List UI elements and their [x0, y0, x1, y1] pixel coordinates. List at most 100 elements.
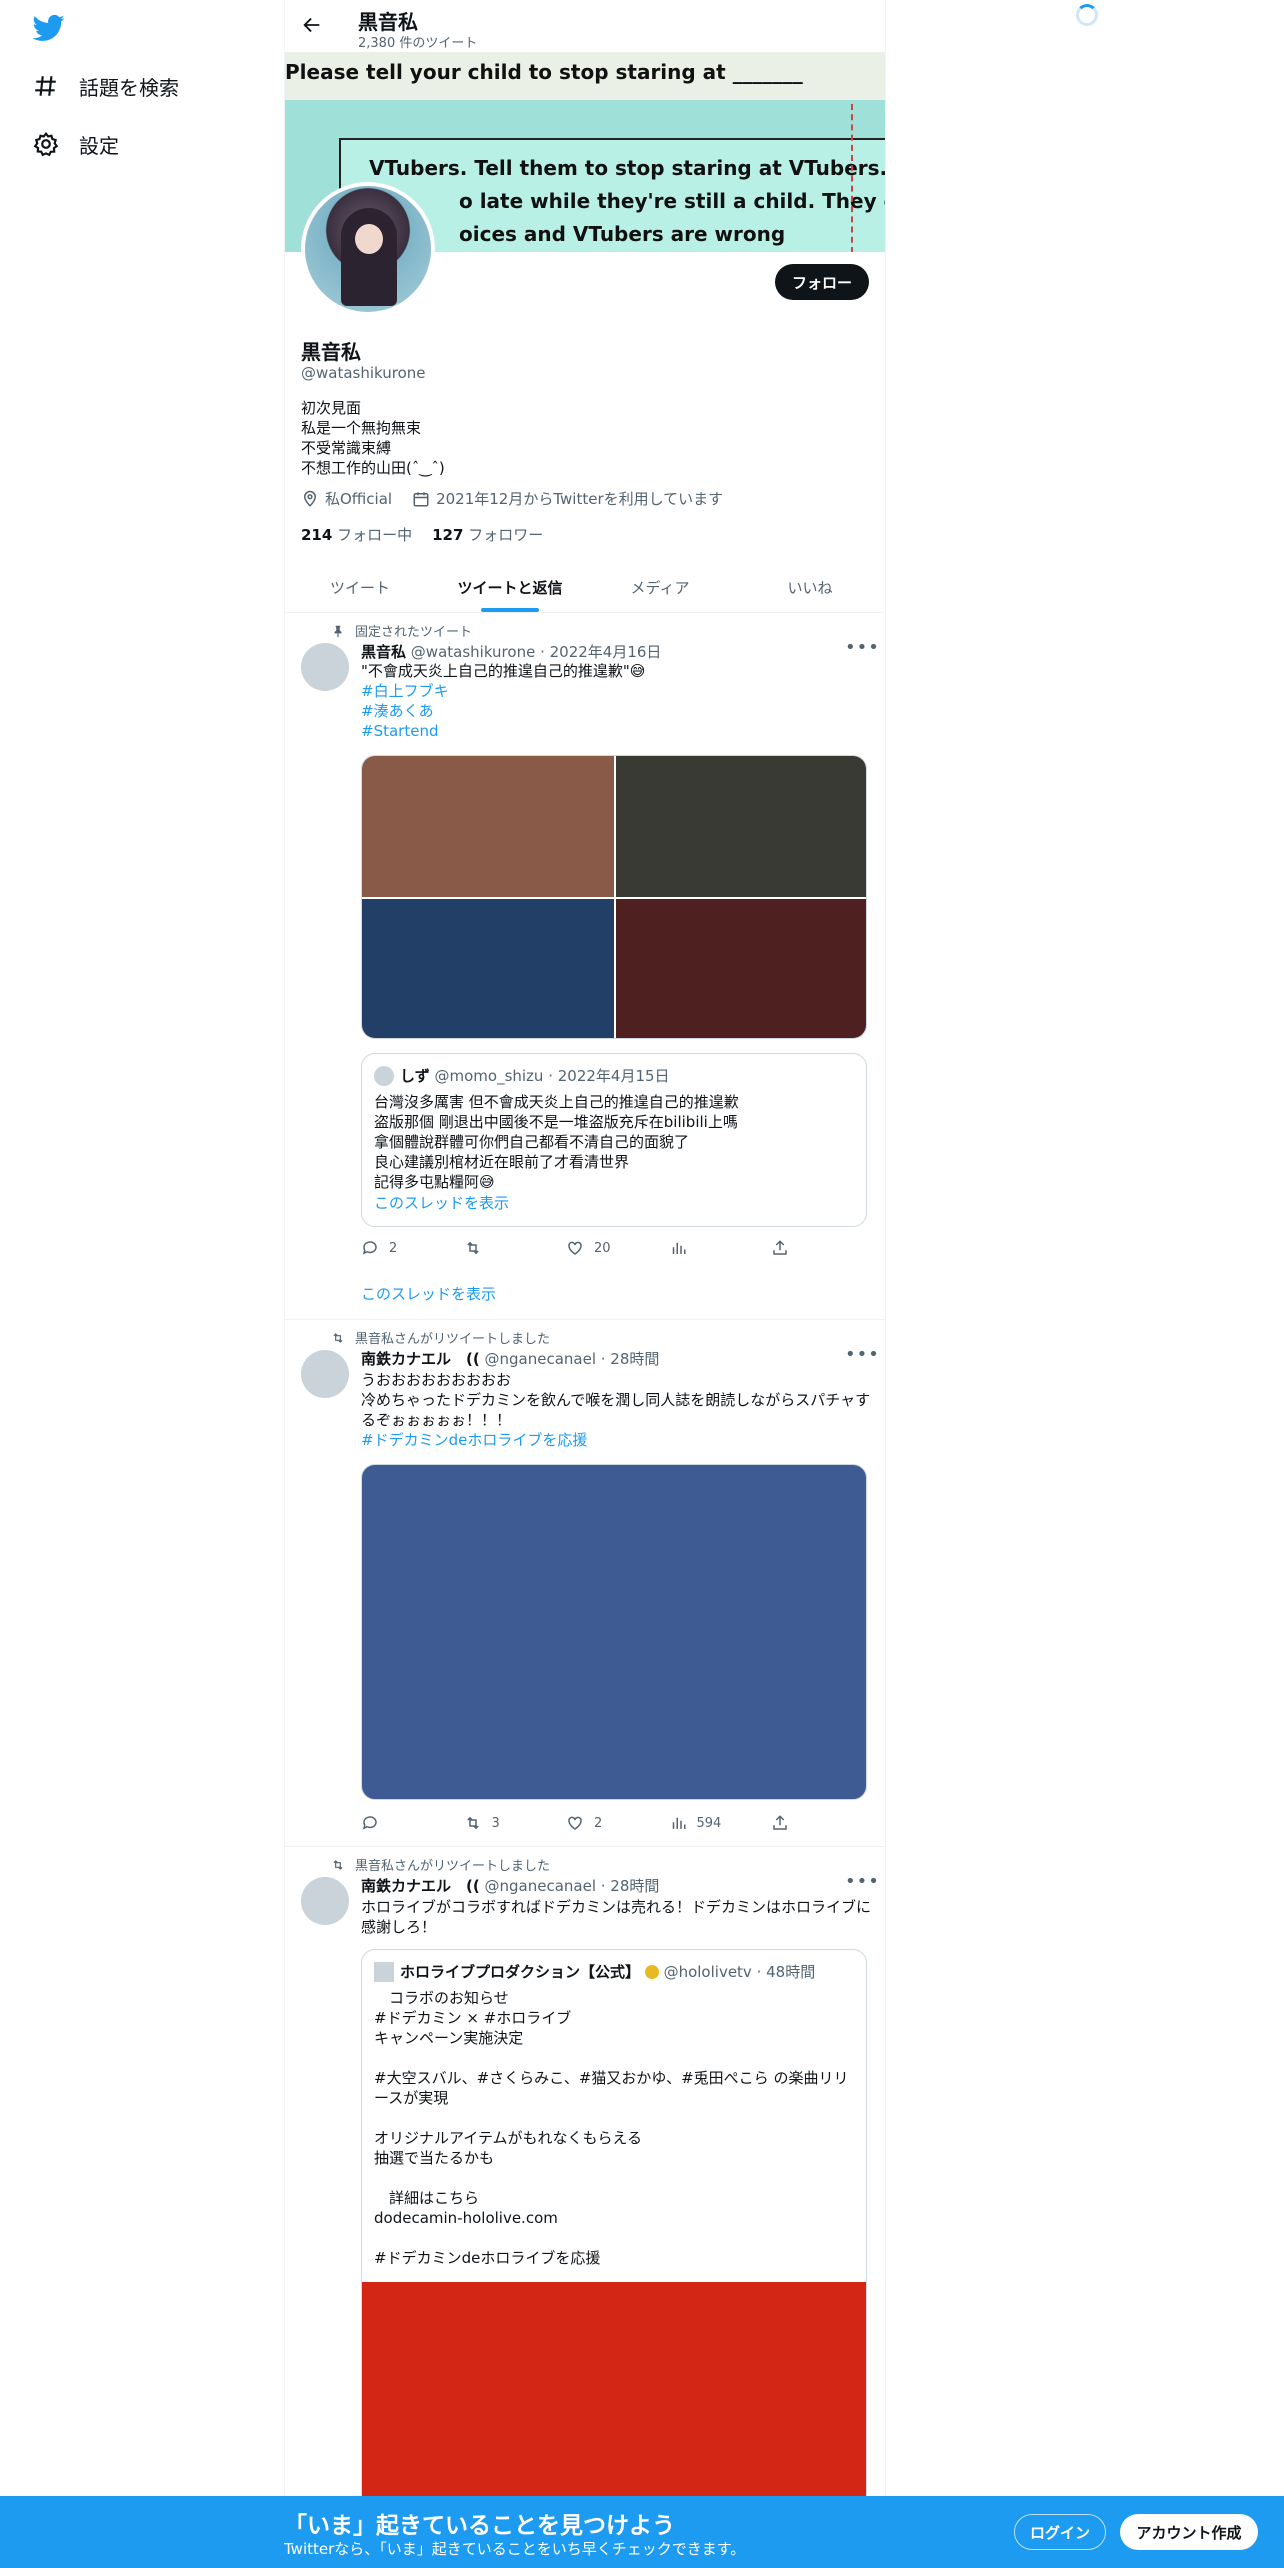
- retweet-text: 黒音私さんがリツイートしました: [355, 1332, 551, 1347]
- retweet-icon: [333, 1332, 343, 1343]
- profile-location: 私Official: [325, 490, 393, 508]
- hashtag-link[interactable]: #ドデカミンdeホロライブを応援: [361, 1430, 871, 1450]
- like-count: 2: [594, 1815, 603, 1831]
- signup-button[interactable]: アカウント作成: [1120, 2514, 1258, 2550]
- profile-meta: 私Official 2021年12月からTwitterを利用しています: [301, 488, 723, 509]
- quote-media-image[interactable]: [362, 2282, 866, 2508]
- following-count: 214: [301, 526, 333, 544]
- profile-column: 黒音私 2,380 件のツイート Please tell your child …: [284, 0, 886, 2509]
- tweet-author-name[interactable]: 黒音私: [361, 643, 406, 661]
- profile-avatar[interactable]: [301, 182, 435, 316]
- tab-media[interactable]: メディア: [585, 562, 735, 612]
- quote-text: 台灣沒多厲害 但不會成天炎上自己的推遑自己的推遑歉 盗版那個 剛退出中國後不是一…: [374, 1093, 739, 1191]
- pinned-label: 固定されたツイート: [331, 621, 472, 640]
- analytics-icon: [672, 1242, 685, 1254]
- banner-divider: [851, 104, 861, 252]
- quote-handle-date: @hololivetv · 48時間: [663, 1963, 816, 1981]
- signup-banner-title: 「いま」起きていることを見つけよう: [284, 2513, 675, 2539]
- tweet-header: 南鉄カナエル (( @nganecanael · 28時間: [361, 1875, 659, 1896]
- more-options-icon[interactable]: •••: [845, 637, 880, 658]
- retweet-label: 黒音私さんがリツイートしました: [331, 1855, 550, 1874]
- avatar[interactable]: [301, 1877, 349, 1925]
- heart-icon: [568, 1816, 582, 1830]
- tweet-author-name[interactable]: 南鉄カナエル ((: [361, 1350, 480, 1368]
- avatar[interactable]: [301, 1350, 349, 1398]
- media-image[interactable]: [616, 756, 866, 897]
- banner-text-line2: VTubers. Tell them to stop staring at VT…: [369, 156, 885, 180]
- sidebar-item-explore[interactable]: 話題を検索: [33, 66, 179, 106]
- back-arrow-icon[interactable]: [301, 14, 323, 36]
- profile-joined: 2021年12月からTwitterを利用しています: [436, 490, 724, 508]
- profile-bio: 初次見面 私是一个無拘無束 不受常識束縛 不想工作的山田(ˆ‿ˆ): [301, 399, 445, 477]
- retweet-text: 黒音私さんがリツイートしました: [355, 1859, 551, 1874]
- media-image[interactable]: [616, 899, 866, 1038]
- share-icon: [773, 1240, 787, 1255]
- analytics-button[interactable]: 594: [669, 1814, 749, 1832]
- like-count: 20: [594, 1240, 611, 1256]
- signup-banner: 「いま」起きていることを見つけよう Twitterなら、「いま」起きていることを…: [0, 2496, 1284, 2568]
- tweet-header: 南鉄カナエル (( @nganecanael · 28時間: [361, 1348, 659, 1369]
- quote-thread-link[interactable]: このスレッドを表示: [374, 1192, 509, 1213]
- tab-tweets-and-replies[interactable]: ツイートと返信: [435, 562, 585, 612]
- retweet-icon: [466, 1816, 479, 1830]
- hashtag-icon: [35, 76, 56, 96]
- calendar-icon: [413, 491, 429, 506]
- analytics-button[interactable]: [669, 1239, 749, 1257]
- gear-icon: [33, 131, 59, 157]
- tweet-text: "不會成天炎上自己的推遑自己的推遑歉"😅: [361, 662, 646, 680]
- share-button[interactable]: [771, 1814, 791, 1832]
- like-button[interactable]: 2: [566, 1814, 646, 1832]
- share-button[interactable]: [771, 1239, 791, 1257]
- tab-tweets[interactable]: ツイート: [285, 562, 435, 612]
- tweet-retweet[interactable]: 黒音私さんがリツイートしました 南鉄カナエル (( @nganecanael ·…: [285, 1320, 885, 1847]
- followers-count: 127: [432, 526, 464, 544]
- tab-likes[interactable]: いいね: [735, 562, 885, 612]
- hashtag-link[interactable]: #湊あくあ: [361, 701, 871, 721]
- avatar[interactable]: [301, 643, 349, 691]
- location-pin-icon: [303, 490, 317, 507]
- tweet-author-name[interactable]: 南鉄カナエル ((: [361, 1877, 480, 1895]
- follow-stats: 214 フォロー中 127 フォロワー: [301, 524, 543, 545]
- tweet-count: 2,380 件のツイート: [358, 36, 478, 51]
- login-button[interactable]: ログイン: [1014, 2514, 1106, 2550]
- media-image[interactable]: [362, 756, 614, 897]
- followers-link[interactable]: 127 フォロワー: [432, 524, 543, 545]
- follow-button[interactable]: フォロー: [775, 264, 869, 300]
- retweet-button[interactable]: [464, 1239, 544, 1257]
- tweet-pinned[interactable]: 固定されたツイート 黒音私 @watashikurone · 2022年4月16…: [285, 613, 885, 1320]
- twitter-logo-icon[interactable]: [33, 12, 65, 44]
- loading-spinner-icon: [1076, 4, 1098, 26]
- profile-handle: @watashikurone: [301, 364, 426, 382]
- hashtag-link[interactable]: #白上フブキ: [361, 681, 871, 701]
- sidebar-item-settings[interactable]: 設定: [33, 124, 119, 164]
- quoted-tweet[interactable]: ホロライブプロダクション【公式】 @hololivetv · 48時間 コラボの…: [361, 1949, 867, 2509]
- analytics-icon: [672, 1817, 685, 1829]
- show-thread-link[interactable]: このスレッドを表示: [361, 1283, 496, 1304]
- like-button[interactable]: 20: [566, 1239, 646, 1257]
- following-link[interactable]: 214 フォロー中: [301, 524, 412, 545]
- tweet-retweet[interactable]: 黒音私さんがリツイートしました 南鉄カナエル (( @nganecanael ·…: [285, 1847, 885, 2509]
- more-options-icon[interactable]: •••: [845, 1344, 880, 1365]
- quote-avatar: [374, 1962, 394, 1982]
- media-image[interactable]: [362, 899, 614, 1038]
- profile-tabs: ツイート ツイートと返信 メディア いいね: [285, 562, 885, 613]
- reply-button[interactable]: 2: [361, 1239, 441, 1257]
- tweet-handle-date: @watashikurone · 2022年4月16日: [410, 643, 662, 661]
- reply-icon: [362, 1241, 377, 1255]
- heart-icon: [568, 1241, 582, 1255]
- quote-header: ホロライブプロダクション【公式】 @hololivetv · 48時間: [400, 1961, 815, 1982]
- following-label: フォロー中: [337, 526, 413, 544]
- quoted-tweet[interactable]: しず @momo_shizu · 2022年4月15日 台灣沒多厲害 但不會成天…: [361, 1053, 867, 1227]
- tweet-handle-date: @nganecanael · 28時間: [484, 1350, 660, 1368]
- retweet-icon: [333, 1859, 343, 1870]
- quote-handle-date: @momo_shizu · 2022年4月15日: [434, 1067, 670, 1085]
- reply-button[interactable]: [361, 1814, 441, 1832]
- hashtag-link[interactable]: #Startend: [361, 721, 871, 741]
- tweet-media-grid[interactable]: [361, 755, 867, 1039]
- sidebar-item-label: 話題を検索: [79, 75, 179, 100]
- tweet-media-image[interactable]: [361, 1464, 867, 1800]
- banner-text-line1: Please tell your child to stop staring a…: [285, 60, 803, 84]
- more-options-icon[interactable]: •••: [845, 1871, 880, 1892]
- tweet-header: 黒音私 @watashikurone · 2022年4月16日: [361, 641, 661, 662]
- retweet-button[interactable]: 3: [464, 1814, 544, 1832]
